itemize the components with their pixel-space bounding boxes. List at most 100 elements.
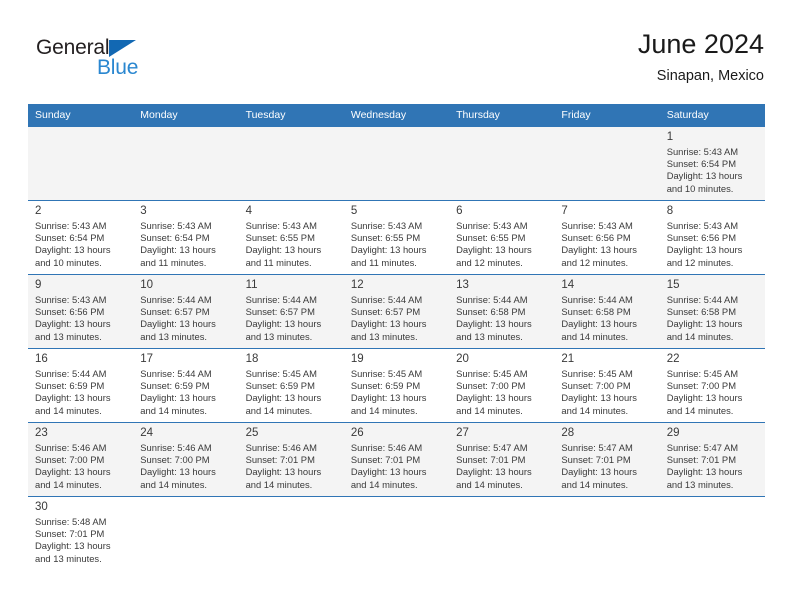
- calendar-day-cell[interactable]: 14 Sunrise: 5:44 AM Sunset: 6:58 PM Dayligh…: [554, 274, 660, 349]
- day-sunrise-text: Sunrise: 5:45 AM: [561, 368, 633, 379]
- calendar-day-cell[interactable]: 25 Sunrise: 5:46 AM Sunset: 7:01 PM Dayligh…: [238, 422, 344, 497]
- calendar-day-cell[interactable]: 29 Sunrise: 5:47 AM Sunset: 7:01 PM Dayligh…: [659, 422, 765, 497]
- day-daylight-cont-text: and 12 minutes.: [456, 256, 523, 268]
- calendar-day-cell[interactable]: 9 Sunrise: 5:43 AM Sunset: 6:56 PM Daylight…: [28, 274, 134, 349]
- day-number: 8: [666, 205, 674, 217]
- calendar-body: 1 Sunrise: 5:43 AM Sunset: 6:54 PM Daylight…: [28, 126, 765, 570]
- calendar-week-row: 23 Sunrise: 5:46 AM Sunset: 7:00 PM Dayligh…: [28, 422, 765, 497]
- calendar-day-cell[interactable]: 7 Sunrise: 5:43 AM Sunset: 6:56 PM Daylight…: [554, 200, 660, 275]
- day-daylight-cont-text: and 14 minutes.: [666, 404, 734, 416]
- day-daylight-cont-text: and 14 minutes.: [35, 404, 102, 416]
- day-daylight-cont-text: and 14 minutes.: [666, 330, 734, 342]
- day-sunrise-text: Sunrise: 5:43 AM: [140, 220, 212, 231]
- day-daylight-text: Daylight: 13 hours: [140, 244, 216, 256]
- day-sunset-text: Sunset: 7:01 PM: [245, 454, 315, 466]
- day-cell-content: [449, 497, 554, 570]
- day-sunset-text: Sunset: 7:00 PM: [561, 380, 631, 392]
- day-cell-content: 15 Sunrise: 5:44 AM Sunset: 6:58 PM Dayligh…: [660, 276, 765, 349]
- day-number: 7: [561, 205, 568, 217]
- calendar-day-cell[interactable]: 18 Sunrise: 5:45 AM Sunset: 6:59 PM Dayligh…: [238, 348, 344, 423]
- calendar-day-cell[interactable]: 22 Sunrise: 5:45 AM Sunset: 7:00 PM Dayligh…: [659, 348, 765, 423]
- weekday-header-sunday: Sunday: [28, 104, 134, 127]
- calendar-day-cell[interactable]: 11 Sunrise: 5:44 AM Sunset: 6:57 PM Dayligh…: [238, 274, 344, 349]
- day-daylight-cont-text: and 14 minutes.: [456, 404, 523, 416]
- calendar-day-cell-empty: [238, 496, 344, 570]
- calendar-day-cell[interactable]: 20 Sunrise: 5:45 AM Sunset: 7:00 PM Dayligh…: [449, 348, 555, 423]
- day-number: 1: [666, 131, 674, 143]
- day-daylight-cont-text: and 10 minutes.: [666, 182, 734, 194]
- day-daylight-cont-text: and 14 minutes.: [245, 478, 313, 490]
- day-sunset-text: Sunset: 6:56 PM: [561, 232, 631, 244]
- day-number: 19: [350, 353, 364, 365]
- day-sunset-text: Sunset: 6:57 PM: [140, 306, 210, 318]
- day-cell-content: 2 Sunrise: 5:43 AM Sunset: 6:54 PM Daylight…: [28, 202, 133, 275]
- day-sunset-text: Sunset: 6:56 PM: [35, 306, 105, 318]
- day-daylight-text: Daylight: 13 hours: [35, 392, 111, 404]
- day-number: 13: [456, 279, 469, 291]
- day-sunrise-text: Sunrise: 5:43 AM: [35, 294, 107, 305]
- day-sunset-text: Sunset: 7:01 PM: [350, 454, 421, 466]
- day-cell-content: [660, 497, 765, 570]
- calendar-day-cell[interactable]: 8 Sunrise: 5:43 AM Sunset: 6:56 PM Daylight…: [659, 200, 765, 275]
- calendar-day-cell-empty: [28, 126, 134, 201]
- day-cell-content: 17 Sunrise: 5:44 AM Sunset: 6:59 PM Dayligh…: [133, 350, 238, 423]
- day-daylight-text: Daylight: 13 hours: [350, 466, 427, 478]
- day-sunrise-text: Sunrise: 5:43 AM: [35, 220, 107, 231]
- calendar-day-cell[interactable]: 6 Sunrise: 5:43 AM Sunset: 6:55 PM Daylight…: [449, 200, 555, 275]
- day-sunrise-text: Sunrise: 5:46 AM: [140, 442, 212, 453]
- day-cell-content: 5 Sunrise: 5:43 AM Sunset: 6:55 PM Daylight…: [344, 202, 449, 275]
- day-daylight-cont-text: and 14 minutes.: [140, 404, 207, 416]
- calendar-day-cell[interactable]: 12 Sunrise: 5:44 AM Sunset: 6:57 PM Dayligh…: [343, 274, 450, 349]
- calendar-day-cell[interactable]: 15 Sunrise: 5:44 AM Sunset: 6:58 PM Dayligh…: [659, 274, 765, 349]
- day-sunset-text: Sunset: 7:00 PM: [35, 454, 105, 466]
- day-sunset-text: Sunset: 6:55 PM: [245, 232, 315, 244]
- day-cell-content: [239, 497, 344, 570]
- day-cell-content: 29 Sunrise: 5:47 AM Sunset: 7:01 PM Dayligh…: [660, 424, 765, 497]
- day-sunrise-text: Sunrise: 5:43 AM: [245, 220, 317, 231]
- day-number: 22: [666, 353, 680, 365]
- day-number: 4: [245, 205, 252, 217]
- calendar-day-cell-empty: [133, 496, 239, 570]
- day-daylight-cont-text: and 13 minutes.: [666, 478, 734, 490]
- calendar-page: General Blue June 2024 Sinapan, Mexico S…: [0, 0, 792, 612]
- day-number: 14: [561, 279, 575, 291]
- day-daylight-cont-text: and 11 minutes.: [140, 256, 207, 268]
- calendar-day-cell-empty: [659, 496, 765, 570]
- day-daylight-text: Daylight: 13 hours: [245, 392, 322, 404]
- calendar-day-cell[interactable]: 27 Sunrise: 5:47 AM Sunset: 7:01 PM Dayligh…: [449, 422, 555, 497]
- calendar-day-cell[interactable]: 30 Sunrise: 5:48 AM Sunset: 7:01 PM Dayligh…: [28, 496, 134, 570]
- calendar-day-cell[interactable]: 3 Sunrise: 5:43 AM Sunset: 6:54 PM Daylight…: [133, 200, 239, 275]
- calendar-day-cell[interactable]: 23 Sunrise: 5:46 AM Sunset: 7:00 PM Dayligh…: [28, 422, 134, 497]
- calendar-day-cell[interactable]: 13 Sunrise: 5:44 AM Sunset: 6:58 PM Dayligh…: [449, 274, 555, 349]
- day-number: 11: [245, 279, 258, 291]
- calendar-day-cell[interactable]: 24 Sunrise: 5:46 AM Sunset: 7:00 PM Dayligh…: [133, 422, 239, 497]
- calendar-day-cell[interactable]: 26 Sunrise: 5:46 AM Sunset: 7:01 PM Dayligh…: [343, 422, 450, 497]
- day-cell-content: [28, 128, 133, 201]
- calendar-day-cell[interactable]: 2 Sunrise: 5:43 AM Sunset: 6:54 PM Daylight…: [28, 200, 134, 275]
- calendar-day-cell[interactable]: 21 Sunrise: 5:45 AM Sunset: 7:00 PM Dayligh…: [554, 348, 660, 423]
- weekday-header-friday: Friday: [554, 104, 660, 127]
- day-daylight-text: Daylight: 13 hours: [561, 392, 637, 404]
- day-number: 27: [456, 427, 469, 439]
- day-number: 3: [140, 205, 147, 217]
- calendar-day-cell[interactable]: 16 Sunrise: 5:44 AM Sunset: 6:59 PM Dayligh…: [28, 348, 134, 423]
- day-daylight-text: Daylight: 13 hours: [561, 244, 637, 256]
- day-sunrise-text: Sunrise: 5:44 AM: [140, 368, 212, 379]
- day-cell-content: 19 Sunrise: 5:45 AM Sunset: 6:59 PM Dayligh…: [344, 350, 449, 423]
- day-cell-content: 1 Sunrise: 5:43 AM Sunset: 6:54 PM Daylight…: [660, 128, 765, 201]
- calendar-day-cell[interactable]: 17 Sunrise: 5:44 AM Sunset: 6:59 PM Dayligh…: [133, 348, 239, 423]
- calendar-day-cell[interactable]: 4 Sunrise: 5:43 AM Sunset: 6:55 PM Daylight…: [238, 200, 344, 275]
- day-sunset-text: Sunset: 7:01 PM: [561, 454, 631, 466]
- calendar-day-cell[interactable]: 10 Sunrise: 5:44 AM Sunset: 6:57 PM Dayligh…: [133, 274, 239, 349]
- calendar-day-cell[interactable]: 1 Sunrise: 5:43 AM Sunset: 6:54 PM Daylight…: [659, 126, 765, 201]
- calendar-day-cell[interactable]: 5 Sunrise: 5:43 AM Sunset: 6:55 PM Daylight…: [343, 200, 450, 275]
- general-blue-logo[interactable]: General Blue: [36, 36, 236, 92]
- day-daylight-text: Daylight: 13 hours: [456, 392, 532, 404]
- day-daylight-cont-text: and 13 minutes.: [456, 330, 523, 342]
- day-cell-content: 7 Sunrise: 5:43 AM Sunset: 6:56 PM Daylight…: [554, 202, 659, 275]
- day-daylight-cont-text: and 13 minutes.: [140, 330, 207, 342]
- calendar-day-cell[interactable]: 19 Sunrise: 5:45 AM Sunset: 6:59 PM Dayligh…: [343, 348, 450, 423]
- day-cell-content: 13 Sunrise: 5:44 AM Sunset: 6:58 PM Dayligh…: [449, 276, 554, 349]
- calendar-day-cell[interactable]: 28 Sunrise: 5:47 AM Sunset: 7:01 PM Dayligh…: [554, 422, 660, 497]
- day-number: 28: [561, 427, 575, 439]
